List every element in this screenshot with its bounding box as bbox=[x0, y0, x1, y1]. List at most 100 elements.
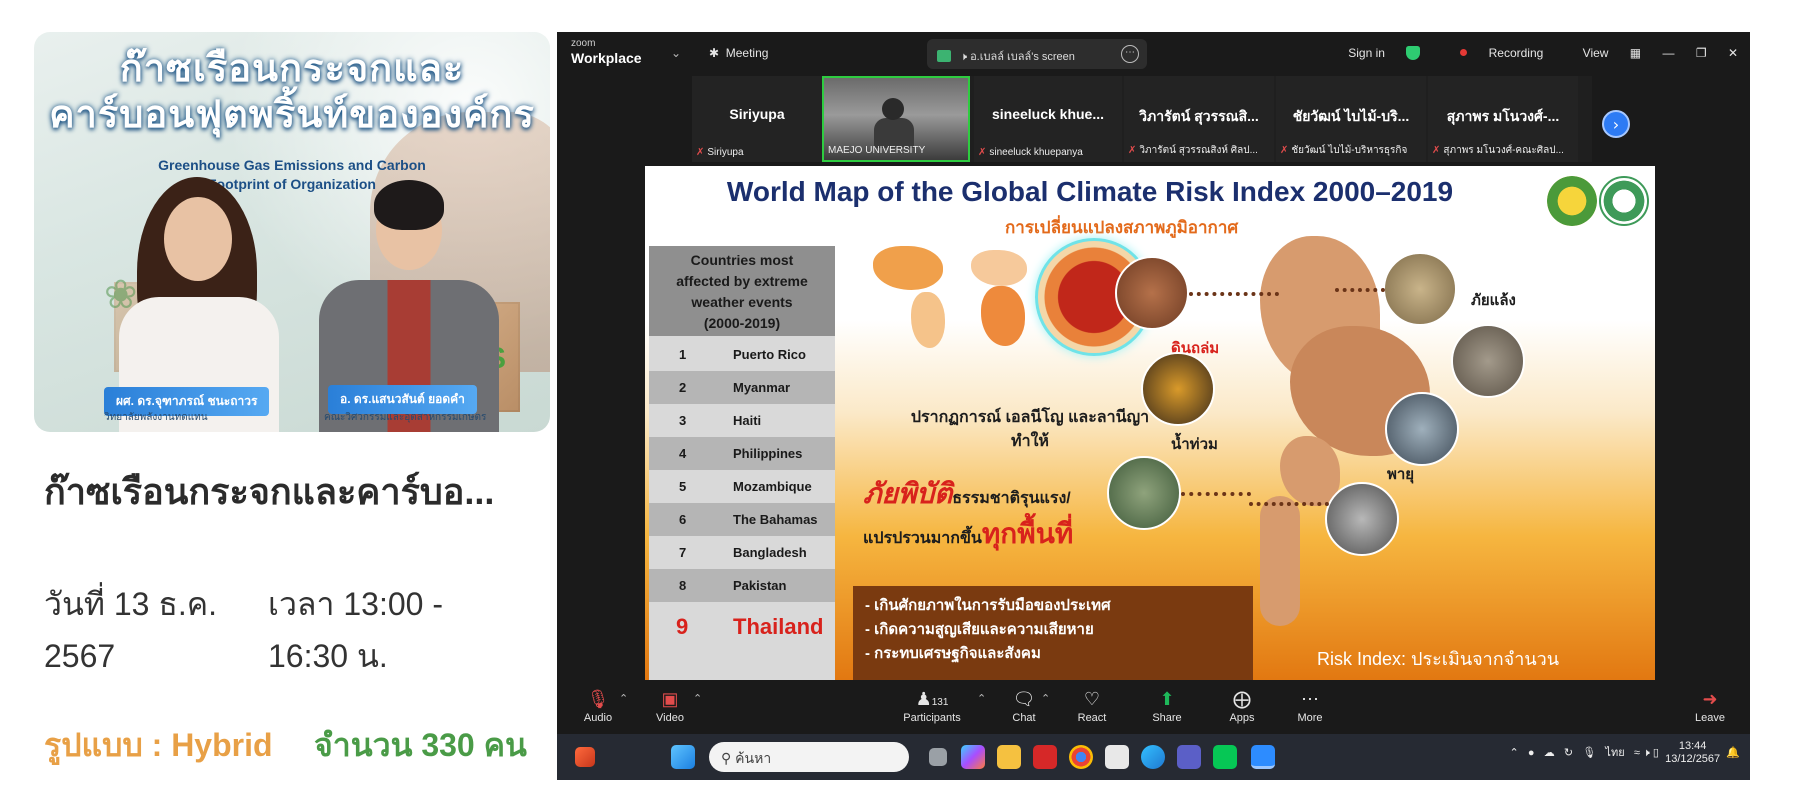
grid-icon: ▦ bbox=[1629, 46, 1642, 60]
teams-icon[interactable] bbox=[1177, 745, 1201, 769]
mic-off-icon: ✗ bbox=[978, 147, 987, 158]
leave-button[interactable]: ➜ Leave bbox=[1675, 688, 1745, 724]
participant-video-tile[interactable]: MAEJO UNIVERSITY bbox=[822, 76, 970, 162]
calendar-app-icon[interactable] bbox=[1105, 745, 1129, 769]
recording-indicator[interactable]: Recording bbox=[1442, 46, 1543, 60]
rank-country: The Bahamas bbox=[733, 512, 818, 527]
participants-icon: ♟131 bbox=[915, 689, 949, 709]
volume-icon[interactable]: 🕨 bbox=[1643, 747, 1650, 759]
apps-button[interactable]: ⨁ Apps bbox=[1207, 688, 1277, 724]
flooded-area-photo bbox=[1107, 456, 1181, 530]
notification-bell-icon[interactable]: 🔔 bbox=[1726, 747, 1740, 759]
clock[interactable]: 13:44 13/12/2567 bbox=[1665, 740, 1720, 766]
taskbar-search-input[interactable]: ⚲ ค้นหา bbox=[709, 742, 909, 772]
participant-tile[interactable]: สุภาพร มโนวงศ์-... ✗ สุภาพร มโนวงศ์-คณะศิ… bbox=[1428, 76, 1578, 162]
microphone-icon[interactable]: 🎙 bbox=[1582, 747, 1596, 759]
screen-share-indicator[interactable]: 🕨 อ.เบลล์ เบลล์'s screen ⋯ bbox=[927, 39, 1147, 69]
event-time-line: 16:30 น. bbox=[268, 638, 388, 674]
chat-options-caret[interactable]: ⌃ bbox=[1041, 692, 1050, 705]
security-shield-icon[interactable] bbox=[1406, 46, 1421, 60]
participant-tile[interactable]: ชัยวัฒน์ ไบไม้-บริ... ✗ ชัยวัฒน์ ไบไม้-บร… bbox=[1276, 76, 1426, 162]
shared-slide: World Map of the Global Climate Risk Ind… bbox=[645, 166, 1655, 680]
video-options-caret[interactable]: ⌃ bbox=[693, 692, 702, 705]
meeting-info-button[interactable]: ✱ Meeting bbox=[709, 46, 768, 60]
participant-video-body bbox=[874, 118, 914, 148]
gallery-next-button[interactable]: › bbox=[1602, 110, 1630, 138]
participant-tile[interactable]: วิภารัตน์ สุวรรณสิ... ✗ วิภารัตน์ สุวรรณส… bbox=[1124, 76, 1274, 162]
ranking-row: 5 Mozambique bbox=[649, 470, 835, 503]
rank-number: 6 bbox=[679, 512, 687, 527]
start-windows-icon[interactable] bbox=[671, 745, 695, 769]
event-poster[interactable]: ❀ US ก๊าซเรือนกระจกและ คาร์บอนฟุตพริ้นท์… bbox=[34, 32, 550, 432]
flood-street-photo bbox=[1141, 352, 1215, 426]
minimize-icon[interactable]: — bbox=[1662, 46, 1674, 60]
leave-icon: ➜ bbox=[1702, 689, 1718, 709]
poster-title-line: ก๊าซเรือนกระจกและ bbox=[119, 48, 465, 90]
zoom-titlebar: zoom Workplace ⌄ ✱ Meeting 🕨 อ.เบลล์ เบล… bbox=[557, 32, 1750, 76]
participant-label: MAEJO UNIVERSITY bbox=[828, 145, 926, 156]
ranking-row: 2 Myanmar bbox=[649, 371, 835, 404]
rank-country: Puerto Rico bbox=[733, 347, 806, 362]
wifi-icon[interactable]: ≈ bbox=[1634, 747, 1640, 759]
widgets-icon[interactable] bbox=[575, 747, 595, 767]
audio-options-caret[interactable]: ⌃ bbox=[619, 692, 628, 705]
chevron-up-icon[interactable]: ⌃ bbox=[1509, 747, 1518, 759]
participant-name: ชัยวัฒน์ ไบไม้-บริ... bbox=[1292, 108, 1410, 124]
close-icon[interactable]: ✕ bbox=[1728, 46, 1738, 60]
rank-number: 5 bbox=[679, 479, 687, 494]
participant-tile[interactable]: sineeluck khue... ✗ sineeluck khuepanya bbox=[974, 76, 1122, 162]
participants-button[interactable]: ♟131 Participants bbox=[897, 688, 967, 724]
participants-options-caret[interactable]: ⌃ bbox=[977, 692, 986, 705]
connector-line bbox=[1189, 292, 1279, 296]
map-continent bbox=[981, 286, 1025, 346]
react-button[interactable]: ♡ React bbox=[1057, 688, 1127, 724]
zoom-taskbar-icon[interactable] bbox=[1251, 745, 1275, 769]
battery-icon[interactable]: ▯ bbox=[1653, 747, 1659, 759]
ranking-header-line: Countries most bbox=[690, 252, 794, 268]
map-continent bbox=[911, 292, 945, 348]
rank-number: 3 bbox=[679, 413, 687, 428]
chevron-down-icon[interactable]: ⌄ bbox=[671, 46, 681, 60]
view-button[interactable]: View ▦ bbox=[1565, 46, 1641, 60]
sign-in-link[interactable]: Sign in bbox=[1348, 46, 1385, 60]
storm-damage-photo bbox=[1325, 482, 1399, 556]
event-title[interactable]: ก๊าซเรือนกระจกและคาร์บอ... bbox=[44, 470, 554, 514]
impact-item: - กระทบเศรษฐกิจและสังคม bbox=[865, 645, 1041, 662]
restore-icon[interactable]: ❐ bbox=[1696, 46, 1707, 60]
file-explorer-icon[interactable] bbox=[997, 745, 1021, 769]
disaster-text: ภัยพิบัติธรรมชาติรุนแรง/ bbox=[863, 472, 1071, 516]
participant-label-text: วิภารัตน์ สุวรรณสิงห์ ศิลป... bbox=[1139, 145, 1258, 156]
climate-risk-ranking: Countries most affected by extreme weath… bbox=[649, 246, 835, 680]
more-options-icon[interactable]: ⋯ bbox=[1121, 45, 1139, 63]
mic-off-icon: ✗ bbox=[1432, 145, 1441, 156]
rank-number: 1 bbox=[679, 347, 687, 362]
tray-app-icon[interactable]: ● bbox=[1528, 747, 1535, 759]
edge-icon[interactable] bbox=[1141, 745, 1165, 769]
chrome-icon[interactable] bbox=[1069, 745, 1093, 769]
rank-number: 4 bbox=[679, 446, 687, 461]
ranking-row: 6 The Bahamas bbox=[649, 503, 835, 536]
slide-title: World Map of the Global Climate Risk Ind… bbox=[726, 176, 1454, 207]
copilot-icon[interactable] bbox=[961, 745, 985, 769]
input-language[interactable]: ไทย bbox=[1605, 747, 1624, 759]
mic-off-icon: ✗ bbox=[1280, 145, 1289, 156]
share-button[interactable]: ⬆ Share bbox=[1132, 688, 1202, 724]
more-button[interactable]: ⋯ More bbox=[1275, 688, 1345, 724]
hazard-label-storm: พายุ bbox=[1387, 466, 1415, 483]
onedrive-icon[interactable]: ☁ bbox=[1544, 747, 1555, 759]
system-tray: ⌃ ● ☁ ↻ 🎙 ไทย ≈ 🕨 ▯ 13:44 13/12/2567 🔔 bbox=[1509, 740, 1740, 766]
screen: ❀ US ก๊าซเรือนกระจกและ คาร์บอนฟุตพริ้นท์… bbox=[0, 0, 1804, 800]
share-label: Share bbox=[1152, 712, 1182, 724]
participant-tile[interactable]: Siriyupa ✗ Siriyupa bbox=[692, 76, 822, 162]
rank-number: 9 bbox=[676, 614, 689, 639]
variance-text: แปรปรวนมากขึ้นทุกพื้นที่ bbox=[863, 512, 1073, 556]
disaster-rest: ธรรมชาติรุนแรง/ bbox=[952, 490, 1071, 507]
sync-icon[interactable]: ↻ bbox=[1564, 747, 1573, 759]
task-view-icon[interactable] bbox=[929, 748, 947, 766]
line-icon[interactable] bbox=[1213, 745, 1237, 769]
impact-item: - เกิดความสูญเสียและความเสียหาย bbox=[865, 621, 1094, 638]
risk-index-note: Risk Index: ประเมินจากจำนวน bbox=[1317, 649, 1560, 669]
mcafee-icon[interactable] bbox=[1033, 745, 1057, 769]
ranking-row: 8 Pakistan bbox=[649, 569, 835, 602]
share-screen-icon bbox=[937, 50, 951, 62]
